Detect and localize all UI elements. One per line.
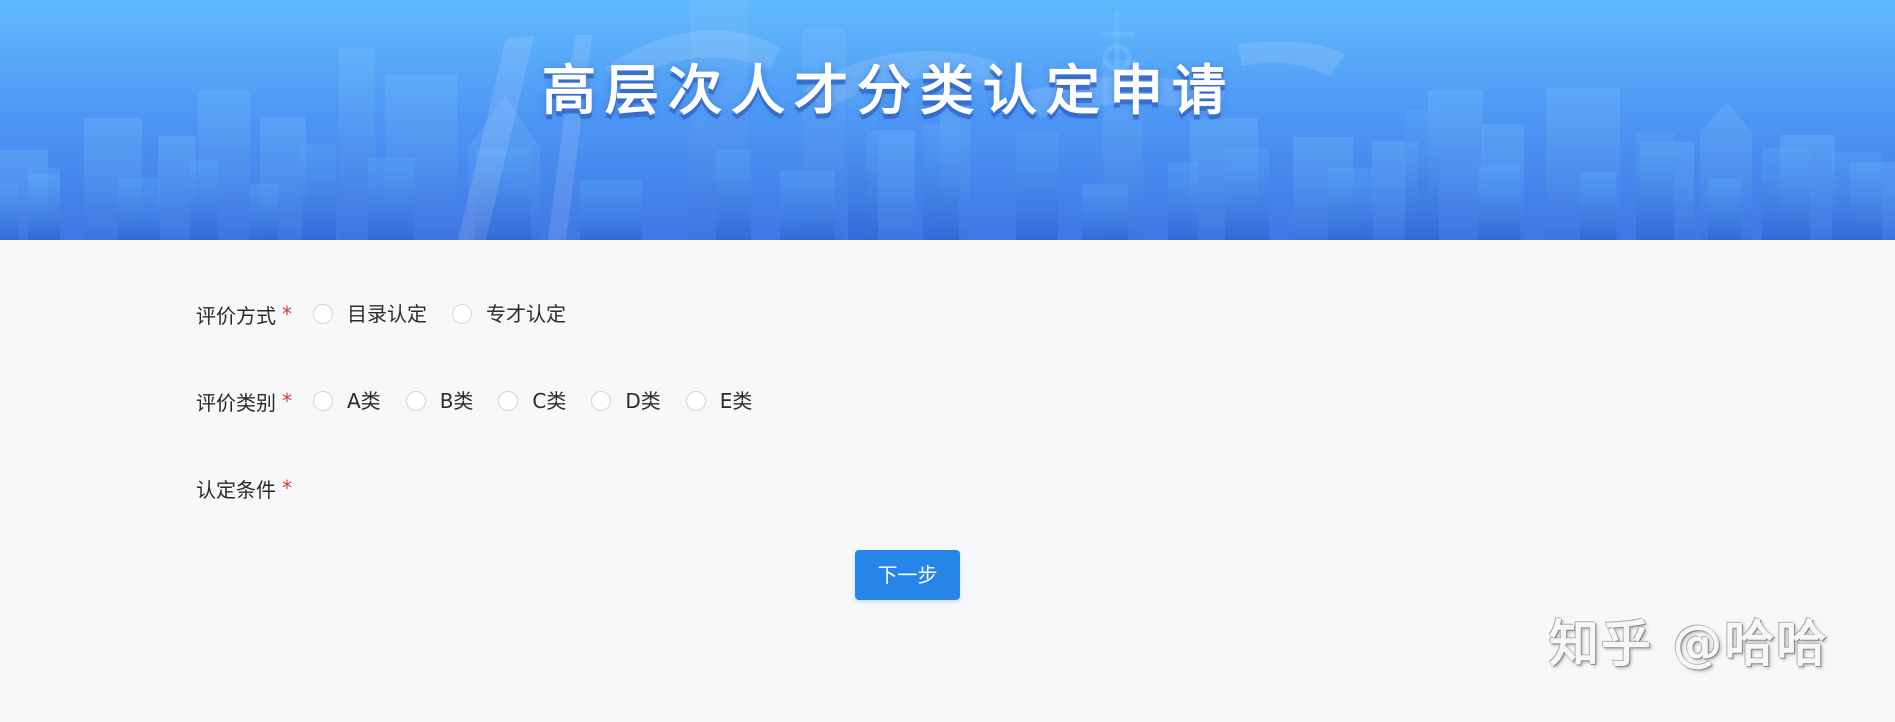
radio-option-b[interactable]: B类 [405, 389, 474, 413]
certification-condition-label: 认定条件 * [196, 474, 313, 503]
radio-label-d[interactable]: D类 [625, 389, 660, 413]
radio-circle-unselected[interactable] [452, 304, 472, 324]
radio-label-e[interactable]: E类 [720, 389, 753, 413]
radio-label-b[interactable]: B类 [440, 389, 474, 413]
radio-circle-unselected[interactable] [405, 391, 426, 411]
radio-circle-unselected[interactable] [591, 391, 612, 411]
radio-option-d[interactable]: D类 [591, 389, 661, 413]
radio-option-catalog-certification[interactable]: 目录认定 [313, 302, 427, 326]
radio-option-a[interactable]: A类 [313, 389, 381, 413]
radio-option-specialist-certification[interactable]: 专才认定 [452, 302, 566, 326]
radio-option-e[interactable]: E类 [685, 389, 753, 413]
header-banner: 高层次人才分类认定申请 [0, 0, 1895, 240]
radio-label-specialist-certification[interactable]: 专才认定 [486, 302, 566, 326]
radio-circle-unselected[interactable] [498, 391, 519, 411]
radio-option-c[interactable]: C类 [498, 389, 566, 413]
evaluation-category-label: 评价类别 * [196, 387, 313, 416]
certification-condition-label-text: 认定条件 [196, 477, 276, 502]
radio-circle-unselected[interactable] [313, 304, 333, 324]
radio-label-a[interactable]: A类 [347, 389, 381, 413]
next-step-button[interactable]: 下一步 [855, 550, 960, 600]
required-asterisk: * [282, 302, 292, 326]
evaluation-category-row: 评价类别 * A类 B类 C类 D类 E类 [196, 381, 777, 421]
zhihu-watermark: 知乎 @哈哈 [1549, 615, 1829, 673]
required-asterisk: * [282, 476, 292, 500]
radio-circle-unselected[interactable] [313, 391, 333, 411]
evaluation-method-label: 评价方式 * [196, 300, 313, 329]
certification-condition-row: 认定条件 * [196, 468, 313, 508]
radio-circle-unselected[interactable] [685, 391, 706, 411]
radio-label-c[interactable]: C类 [532, 389, 566, 413]
evaluation-method-label-text: 评价方式 [196, 303, 276, 328]
required-asterisk: * [282, 389, 292, 413]
application-page: 高层次人才分类认定申请 评价方式 * 目录认定 专才认定 评价类别 * A类 B… [0, 0, 1895, 722]
evaluation-category-label-text: 评价类别 [196, 390, 276, 415]
radio-label-catalog-certification[interactable]: 目录认定 [347, 302, 427, 326]
evaluation-method-row: 评价方式 * 目录认定 专才认定 [196, 294, 591, 334]
page-title: 高层次人才分类认定申请 [542, 59, 1235, 122]
